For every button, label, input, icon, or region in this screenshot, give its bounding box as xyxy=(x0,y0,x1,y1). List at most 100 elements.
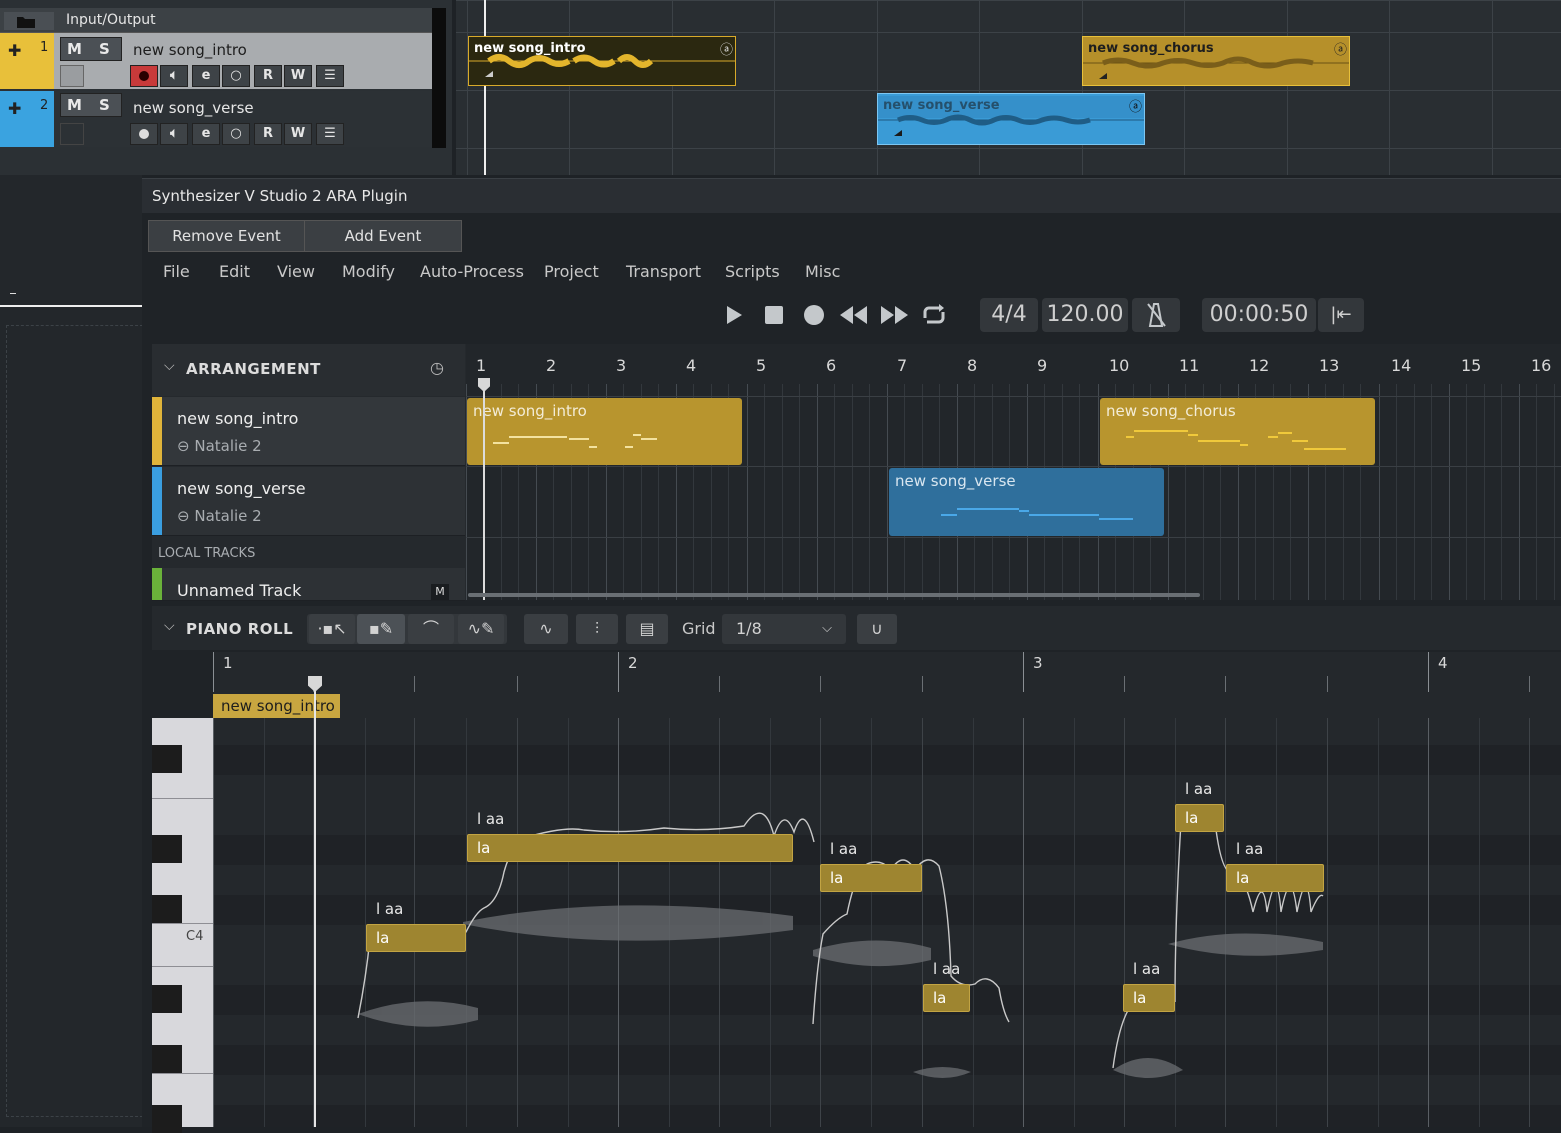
solo-button[interactable]: S xyxy=(99,94,110,116)
folder-icon[interactable] xyxy=(4,12,54,30)
read-button[interactable]: R xyxy=(254,123,282,145)
black-key[interactable] xyxy=(152,985,182,1013)
menu-view[interactable]: View xyxy=(277,262,315,281)
read-button[interactable]: R xyxy=(254,65,282,87)
note-1[interactable]: la xyxy=(366,924,466,952)
arr-track-verse[interactable]: new song_verse ⊖ Natalie 2 xyxy=(152,467,465,536)
menu-file[interactable]: File xyxy=(163,262,190,281)
mute-button[interactable]: M xyxy=(67,94,82,116)
pencil-tool-icon[interactable]: ▪✎ xyxy=(357,614,405,644)
track-select-checkbox[interactable] xyxy=(60,65,84,87)
add-event-button[interactable]: Add Event xyxy=(305,221,461,251)
black-key[interactable] xyxy=(152,1105,182,1133)
arr-playhead[interactable] xyxy=(483,384,485,600)
grid-select[interactable]: 1/8 ⌵ xyxy=(722,614,846,644)
chevron-down-icon[interactable]: ⌵ xyxy=(164,358,175,374)
edit-icon[interactable]: e xyxy=(192,123,220,145)
curve-tool-icon[interactable]: ⌒ xyxy=(408,614,454,644)
write-button[interactable]: W xyxy=(284,65,312,87)
track-name[interactable]: new song_intro xyxy=(177,409,298,428)
note-6[interactable]: la xyxy=(1175,804,1224,832)
mute-button[interactable]: M xyxy=(67,38,82,60)
piano-keyboard[interactable]: C4 xyxy=(152,718,213,1133)
track-select-checkbox[interactable] xyxy=(60,123,84,145)
piano-roll-playhead[interactable] xyxy=(314,680,316,1127)
black-key[interactable] xyxy=(152,835,182,863)
local-track[interactable]: Unnamed Track M xyxy=(152,568,465,601)
monitor-icon[interactable]: 🔈︎ xyxy=(160,123,188,145)
metronome-icon[interactable] xyxy=(1132,298,1180,332)
record-arm-button[interactable] xyxy=(130,65,158,87)
arr-clip-chorus[interactable]: new song_chorus xyxy=(1100,398,1375,465)
host-track-2[interactable]: ✚ 2 M S new song_verse 🔈︎ e ○ R W ☰ xyxy=(0,91,432,147)
edit-icon[interactable]: e xyxy=(192,65,220,87)
note-7[interactable]: la xyxy=(1226,864,1324,892)
snap-magnet-icon[interactable]: ∪ xyxy=(857,614,897,644)
waveform-icon[interactable]: ⫶ xyxy=(576,614,618,644)
menu-modify[interactable]: Modify xyxy=(342,262,395,281)
menu-misc[interactable]: Misc xyxy=(805,262,840,281)
time-display[interactable]: 00:00:50 xyxy=(1202,298,1316,332)
write-button[interactable]: W xyxy=(284,123,312,145)
mute-button[interactable]: M xyxy=(431,584,449,600)
pitch-pen-tool-icon[interactable]: ∿✎ xyxy=(458,614,504,644)
note-4[interactable]: la xyxy=(923,984,970,1012)
arr-clip-intro[interactable]: new song_intro xyxy=(467,398,742,465)
menu-auto-process[interactable]: Auto-Process xyxy=(420,262,524,281)
select-tool-icon[interactable]: ⋅▪↖ xyxy=(309,614,355,644)
note-5[interactable]: la xyxy=(1123,984,1175,1012)
return-to-start-icon[interactable]: |⇤ xyxy=(1318,298,1364,332)
play-icon[interactable] xyxy=(716,298,750,332)
fast-forward-icon[interactable] xyxy=(877,298,911,332)
input-output-header[interactable]: Input/Output xyxy=(0,8,432,33)
arrangement-scrollbar[interactable] xyxy=(468,593,1200,597)
track-list-scrollbar[interactable] xyxy=(432,8,446,148)
black-key[interactable] xyxy=(152,895,182,923)
clapper-icon[interactable]: ▤ xyxy=(626,614,668,644)
solo-button[interactable]: S xyxy=(99,38,110,60)
remove-event-button[interactable]: Remove Event xyxy=(149,221,305,251)
host-playhead[interactable] xyxy=(484,0,486,175)
host-clip-intro[interactable]: new song_intro ⓐ xyxy=(468,36,736,86)
history-icon[interactable]: ◷ xyxy=(430,358,444,377)
host-track-1[interactable]: ✚ 1 M S new song_intro 🔈︎ e ○ R W ☰ xyxy=(0,33,432,89)
black-key[interactable] xyxy=(152,745,182,773)
plugin-title-bar[interactable]: Synthesizer V Studio 2 ARA Plugin xyxy=(142,178,1561,213)
track-name[interactable]: new song_verse xyxy=(177,479,306,498)
piano-roll-grid[interactable]: l aa la l aa la l aa la l aa la l aa la … xyxy=(213,718,1561,1127)
list-icon[interactable]: ☰ xyxy=(316,65,344,87)
stop-icon[interactable] xyxy=(757,298,791,332)
menu-scripts[interactable]: Scripts xyxy=(725,262,780,281)
arr-clip-verse[interactable]: new song_verse xyxy=(889,468,1164,536)
tempo[interactable]: 120.00 xyxy=(1042,298,1128,332)
voice-name[interactable]: ⊖ Natalie 2 xyxy=(177,437,262,455)
input-icon[interactable]: ○ xyxy=(222,123,250,145)
host-clip-verse[interactable]: new song_verse ⓐ xyxy=(877,93,1145,145)
host-clip-chorus[interactable]: new song_chorus ⓐ xyxy=(1082,36,1350,86)
menu-transport[interactable]: Transport xyxy=(626,262,701,281)
input-icon[interactable]: ○ xyxy=(222,65,250,87)
list-icon[interactable]: ☰ xyxy=(316,123,344,145)
rewind-icon[interactable] xyxy=(837,298,871,332)
piano-roll-ruler[interactable]: 1 2 3 4 xyxy=(213,652,1561,692)
voice-name[interactable]: ⊖ Natalie 2 xyxy=(177,507,262,525)
record-arm-button[interactable] xyxy=(130,123,158,145)
chevron-down-icon[interactable]: ⌵ xyxy=(164,618,175,634)
record-icon[interactable] xyxy=(797,298,831,332)
track-name[interactable]: new song_intro xyxy=(133,41,247,59)
arrangement-grid[interactable]: 1 2 3 4 5 6 7 8 9 10 11 12 13 14 15 16 n… xyxy=(466,344,1561,600)
time-signature[interactable]: 4/4 xyxy=(980,298,1038,332)
note-group-label[interactable]: new song_intro xyxy=(213,694,340,718)
track-name[interactable]: Unnamed Track xyxy=(177,581,301,600)
track-name[interactable]: new song_verse xyxy=(133,99,254,117)
playhead-handle[interactable] xyxy=(478,378,490,392)
pitch-curve-icon[interactable]: ∿ xyxy=(524,614,568,644)
monitor-icon[interactable]: 🔈︎ xyxy=(160,65,188,87)
menu-edit[interactable]: Edit xyxy=(219,262,250,281)
note-3[interactable]: la xyxy=(820,864,922,892)
menu-project[interactable]: Project xyxy=(544,262,599,281)
note-2[interactable]: la xyxy=(467,834,793,862)
loop-icon[interactable] xyxy=(917,298,951,332)
black-key[interactable] xyxy=(152,1045,182,1073)
arr-track-intro[interactable]: new song_intro ⊖ Natalie 2 xyxy=(152,397,465,466)
